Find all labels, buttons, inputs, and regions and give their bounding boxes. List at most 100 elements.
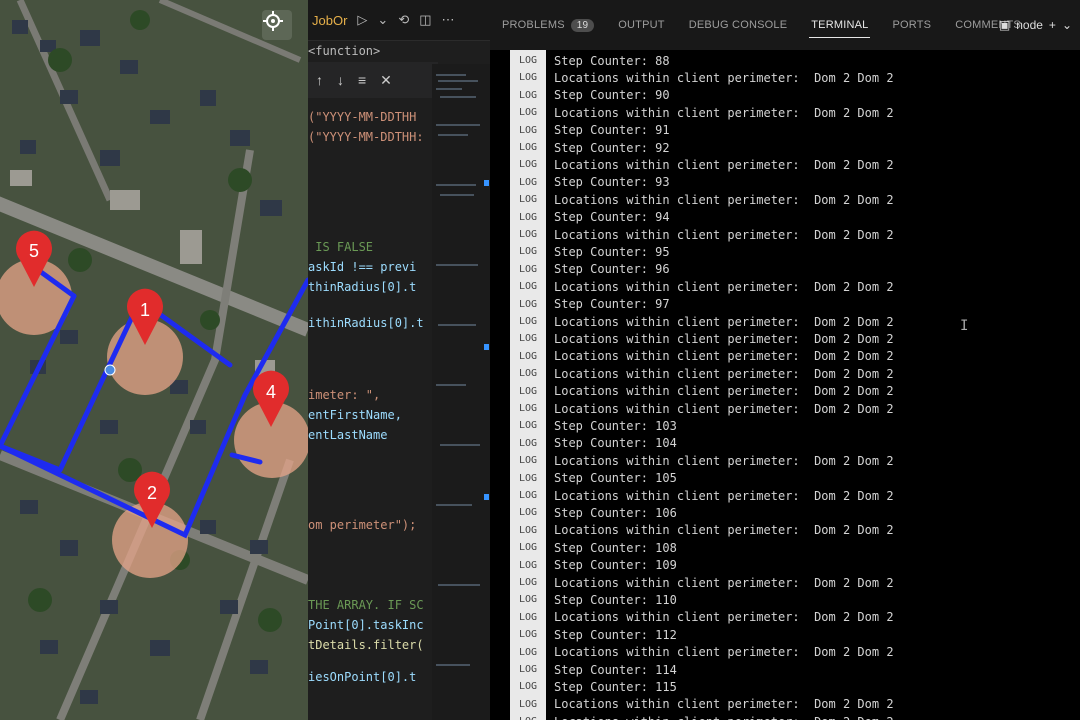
log-message: Step Counter: 110 bbox=[554, 592, 677, 607]
log-message: Step Counter: 109 bbox=[554, 558, 677, 573]
log-message: Step Counter: 104 bbox=[554, 436, 677, 451]
log-line: LOG Step Counter: 95 bbox=[510, 243, 1070, 260]
next-match-icon[interactable]: ↓ bbox=[337, 72, 344, 88]
log-message: Locations within client perimeter: Dom 2… bbox=[554, 192, 894, 207]
log-line: LOG Step Counter: 94 bbox=[510, 209, 1070, 226]
log-message: Step Counter: 112 bbox=[554, 627, 677, 642]
log-message: Step Counter: 114 bbox=[554, 662, 677, 677]
log-level-label: LOG bbox=[518, 472, 538, 484]
log-level-label: LOG bbox=[518, 281, 538, 293]
tab-terminal[interactable]: TERMINAL bbox=[799, 0, 880, 50]
text-cursor-icon: I bbox=[960, 318, 969, 334]
code-line: imeter: ", bbox=[308, 388, 381, 402]
code-line: ("YYYY-MM-DDTHH bbox=[308, 110, 417, 124]
find-widget: ↑ ↓ ≡ ✕ bbox=[308, 62, 438, 98]
tab-label: TERMINAL bbox=[811, 19, 869, 31]
log-level-label: LOG bbox=[518, 72, 538, 84]
log-line: LOG Locations within client perimeter: Do… bbox=[510, 487, 1070, 504]
run-icon[interactable]: ▷ bbox=[357, 12, 367, 28]
log-level-label: LOG bbox=[518, 246, 538, 258]
log-level-label: LOG bbox=[518, 403, 538, 414]
code-line: thinRadius[0].t bbox=[308, 280, 417, 294]
log-line: LOG Locations within client perimeter: Do… bbox=[510, 365, 1070, 382]
log-line: LOG Step Counter: 108 bbox=[510, 539, 1070, 556]
log-message: Locations within client perimeter: Dom 2… bbox=[554, 314, 894, 329]
log-level-label: LOG bbox=[518, 142, 538, 153]
log-line: LOG Step Counter: 97 bbox=[510, 296, 1070, 313]
log-message: Locations within client perimeter: Dom 2… bbox=[554, 279, 894, 294]
log-level-label: LOG bbox=[518, 298, 538, 310]
log-line: LOG Step Counter: 112 bbox=[510, 626, 1070, 643]
chevron-down-icon[interactable]: ⌄ bbox=[1062, 18, 1072, 32]
log-line: LOG Step Counter: 91 bbox=[510, 122, 1070, 139]
code-line: om perimeter"); bbox=[308, 518, 417, 532]
log-level-label: LOG bbox=[518, 577, 538, 588]
breadcrumb[interactable]: <function> bbox=[308, 44, 380, 58]
log-level-label: LOG bbox=[518, 159, 538, 171]
code-line: IS FALSE bbox=[308, 240, 374, 254]
log-line: LOG Step Counter: 115 bbox=[510, 678, 1070, 695]
svg-text:4: 4 bbox=[266, 382, 276, 402]
satellite-map[interactable]: 5 1 4 2 bbox=[0, 0, 308, 720]
tab-debug-console[interactable]: DEBUG CONSOLE bbox=[677, 0, 800, 50]
log-message: Locations within client perimeter: Dom 2… bbox=[554, 645, 894, 660]
log-line: LOG Locations within client perimeter: Do… bbox=[510, 278, 1070, 295]
log-message: Step Counter: 88 bbox=[554, 53, 670, 68]
log-level-label: LOG bbox=[518, 490, 538, 501]
log-line: LOG Step Counter: 110 bbox=[510, 591, 1070, 608]
chevron-down-icon[interactable]: ⌄ bbox=[377, 12, 388, 28]
log-level-label: LOG bbox=[518, 698, 538, 710]
log-line: LOG Locations within client perimeter: Do… bbox=[510, 713, 1070, 720]
tab-label: PORTS bbox=[892, 19, 932, 31]
log-level-label: LOG bbox=[518, 420, 538, 432]
log-level-label: LOG bbox=[518, 594, 538, 606]
svg-text:5: 5 bbox=[29, 241, 39, 261]
editor-tab-title[interactable]: JobOr bbox=[312, 13, 347, 28]
log-message: Locations within client perimeter: Dom 2… bbox=[554, 401, 894, 416]
compare-icon[interactable]: ⟲ bbox=[398, 12, 409, 28]
code-line: ithinRadius[0].t bbox=[308, 316, 424, 330]
log-message: Step Counter: 93 bbox=[554, 175, 670, 190]
log-message: Step Counter: 96 bbox=[554, 262, 670, 277]
code-editor[interactable]: JobOr ▷ ⌄ ⟲ ◫ ⋯ <function> ↑ ↓ ≡ ✕ ("YYY… bbox=[308, 0, 490, 720]
log-level-label: LOG bbox=[518, 437, 538, 449]
log-line: LOG Locations within client perimeter: Do… bbox=[510, 156, 1070, 173]
map-canvas[interactable]: 5 1 4 2 bbox=[0, 0, 308, 720]
log-line: LOG Locations within client perimeter: Do… bbox=[510, 69, 1070, 86]
new-terminal-icon[interactable]: + bbox=[1049, 18, 1056, 32]
locate-me-button[interactable] bbox=[262, 10, 292, 40]
log-message: Step Counter: 94 bbox=[554, 210, 670, 225]
log-level-label: LOG bbox=[518, 229, 538, 240]
log-level-label: LOG bbox=[518, 524, 538, 536]
previous-match-icon[interactable]: ↑ bbox=[316, 72, 323, 88]
log-message: Step Counter: 115 bbox=[554, 679, 677, 694]
log-message: Locations within client perimeter: Dom 2… bbox=[554, 523, 894, 538]
terminal-output[interactable]: LOG Step Counter: 88 LOG Locations within c… bbox=[490, 50, 1080, 720]
log-message: Locations within client perimeter: Dom 2… bbox=[554, 384, 894, 399]
log-message: Locations within client perimeter: Dom 2… bbox=[554, 227, 894, 242]
more-actions-icon[interactable]: ⋯ bbox=[442, 12, 455, 28]
terminal-icon[interactable]: ▣ bbox=[999, 18, 1010, 32]
log-line: LOG Step Counter: 88 bbox=[510, 52, 1070, 69]
panel-tabbar: PROBLEMS 19 OUTPUT DEBUG CONSOLE TERMINAL POR… bbox=[490, 0, 1080, 51]
tab-label: DEBUG CONSOLE bbox=[688, 19, 788, 31]
code-line: iesOnPoint[0].t bbox=[308, 670, 417, 684]
svg-text:1: 1 bbox=[140, 300, 150, 320]
log-message: Locations within client perimeter: Dom 2… bbox=[554, 453, 894, 468]
log-message: Step Counter: 97 bbox=[554, 297, 670, 312]
log-line: LOG Step Counter: 93 bbox=[510, 174, 1070, 191]
tab-problems[interactable]: PROBLEMS 19 bbox=[490, 0, 606, 50]
route-waypoint-handle[interactable] bbox=[104, 364, 116, 376]
find-in-selection-icon[interactable]: ≡ bbox=[358, 72, 366, 88]
close-find-icon[interactable]: ✕ bbox=[380, 72, 392, 89]
split-editor-icon[interactable]: ◫ bbox=[419, 12, 431, 28]
log-line: LOG Step Counter: 105 bbox=[510, 470, 1070, 487]
log-level-label: LOG bbox=[518, 455, 538, 467]
tab-ports[interactable]: PORTS bbox=[880, 0, 943, 50]
tab-output[interactable]: OUTPUT bbox=[606, 0, 676, 50]
log-message: Step Counter: 106 bbox=[554, 505, 677, 520]
minimap[interactable] bbox=[432, 64, 490, 720]
terminal-name[interactable]: node bbox=[1016, 18, 1043, 32]
log-line: LOG Locations within client perimeter: Do… bbox=[510, 383, 1070, 400]
log-level-label: LOG bbox=[518, 350, 538, 362]
